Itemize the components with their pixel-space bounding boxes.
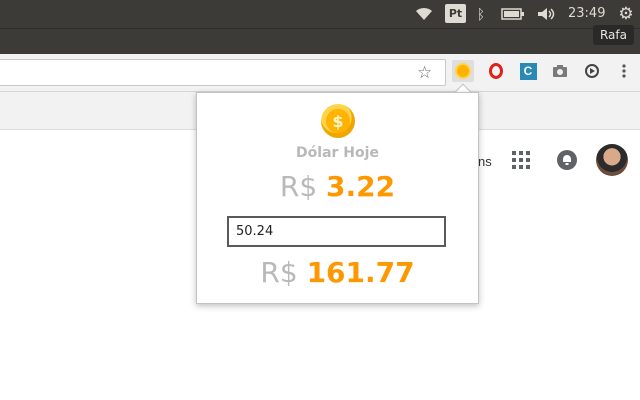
- wave-logo: C: [519, 62, 537, 80]
- volume-icon[interactable]: [536, 5, 558, 23]
- conversion-result: R$ 161.77: [196, 256, 479, 289]
- settings-gear-icon[interactable]: ⚙: [617, 4, 635, 23]
- page-header-link[interactable]: ns: [478, 154, 492, 169]
- apps-grid-icon[interactable]: [512, 151, 530, 169]
- opera-icon[interactable]: [485, 60, 507, 82]
- clock[interactable]: 23:49: [568, 6, 605, 21]
- coin-symbol: $: [326, 109, 350, 133]
- dolar-hoje-extension-button[interactable]: [452, 60, 474, 82]
- keyboard-layout-indicator[interactable]: Pt: [445, 4, 466, 23]
- user-name-tooltip: Rafa: [592, 25, 634, 45]
- rate-value: 3.22: [326, 170, 396, 203]
- more-vert-icon[interactable]: [613, 60, 635, 82]
- popup-title: Dólar Hoje: [296, 145, 379, 161]
- window-title-bar: [0, 28, 640, 54]
- system-top-panel: Pt ᛒ 23:49 ⚙: [0, 0, 640, 28]
- wave-extension-icon[interactable]: C: [517, 60, 539, 82]
- opera-logo: [489, 63, 503, 79]
- bluetooth-icon[interactable]: ᛒ: [474, 5, 488, 23]
- sync-icon[interactable]: [581, 60, 603, 82]
- amount-input[interactable]: [227, 216, 446, 247]
- rate-currency: R$: [279, 170, 318, 203]
- dollar-coin-icon: $: [321, 104, 355, 138]
- camera-icon[interactable]: [549, 60, 571, 82]
- browser-toolbar: ☆: [0, 54, 640, 92]
- battery-icon[interactable]: [500, 5, 526, 23]
- user-avatar[interactable]: [596, 144, 628, 176]
- dolar-hoje-coin-icon: [455, 63, 471, 79]
- notifications-bell-icon[interactable]: [557, 150, 577, 170]
- result-value: 161.77: [306, 256, 415, 289]
- wifi-icon[interactable]: [414, 5, 434, 23]
- bookmark-star-icon[interactable]: ☆: [417, 63, 432, 83]
- exchange-rate: R$ 3.22: [196, 170, 479, 203]
- address-bar[interactable]: ☆: [0, 59, 446, 86]
- result-currency: R$: [260, 256, 298, 289]
